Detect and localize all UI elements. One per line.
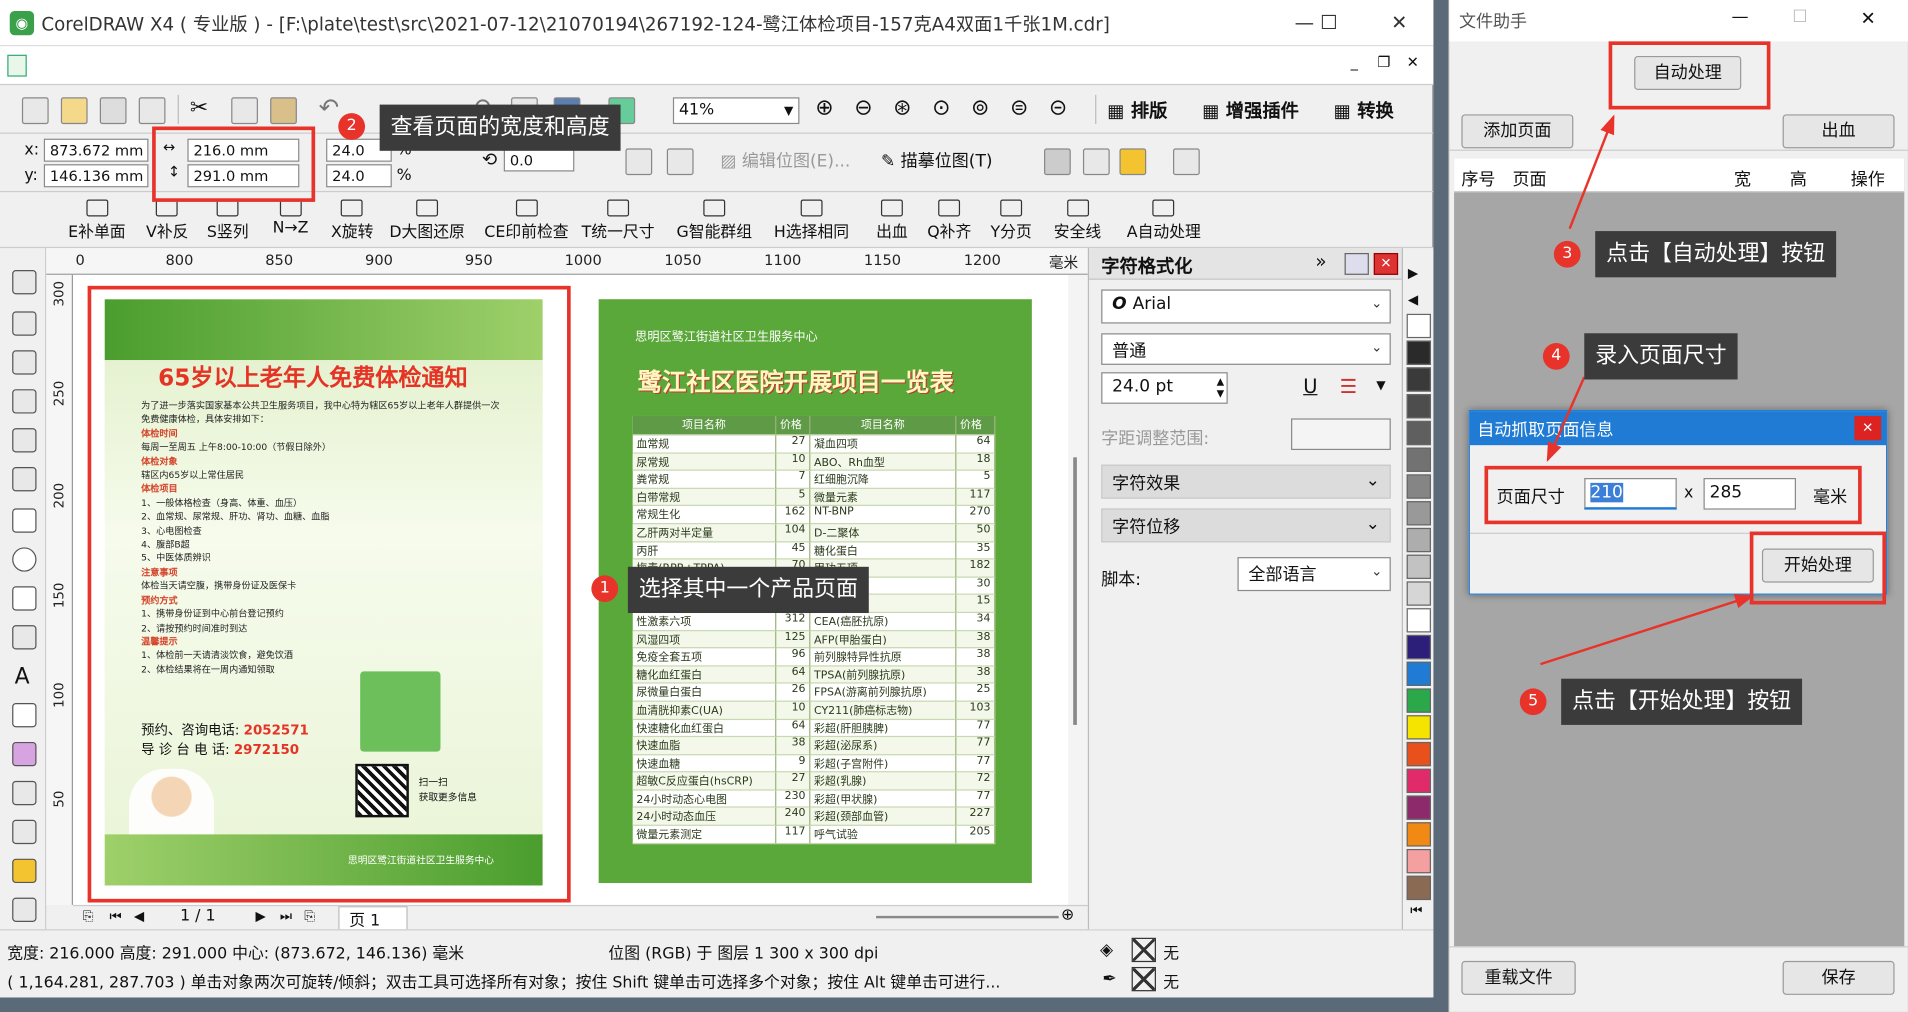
arrow-to-auto <box>1568 114 1615 230</box>
callout-text-4: 录入页面尺寸 <box>1584 333 1738 380</box>
callout-text-1: 选择其中一个产品页面 <box>627 566 869 614</box>
callout-number-1: 1 <box>591 575 619 603</box>
callout-text-5: 点击【开始处理】按钮 <box>1561 678 1803 725</box>
callout-text-2: 查看页面的宽度和高度 <box>379 104 621 151</box>
arrow-to-start <box>1540 594 1755 666</box>
annotation-arrows <box>1540 114 1755 666</box>
callout-number-3: 3 <box>1553 240 1581 268</box>
arrow-to-input <box>1546 376 1586 462</box>
callout-number-4: 4 <box>1542 342 1570 370</box>
callout-number-2: 2 <box>338 113 366 140</box>
callout-number-5: 5 <box>1519 688 1547 716</box>
callout-text-3: 点击【自动处理】按钮 <box>1595 231 1837 278</box>
